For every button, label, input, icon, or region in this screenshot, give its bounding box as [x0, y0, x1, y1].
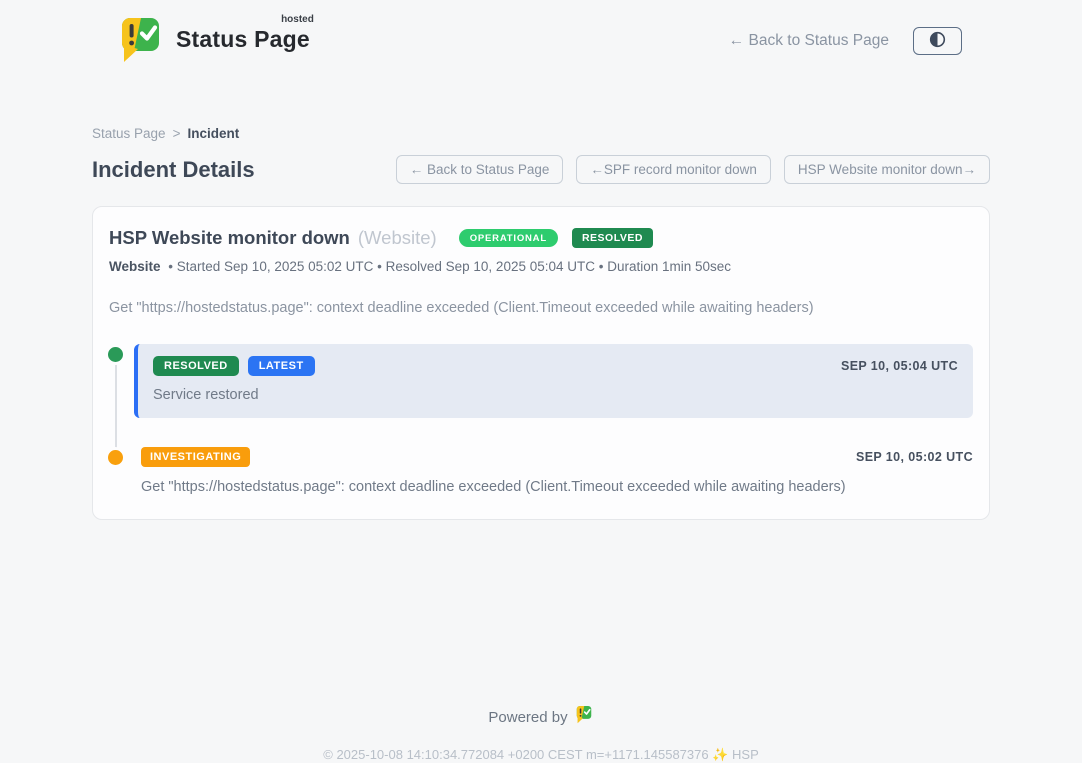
- investigating-badge: INVESTIGATING: [141, 447, 250, 467]
- resolved-status-badge: RESOLVED: [572, 228, 653, 248]
- meta-timing-details: • Started Sep 10, 2025 05:02 UTC • Resol…: [168, 259, 731, 274]
- breadcrumb: Status Page > Incident: [92, 126, 990, 141]
- entry-header: RESOLVED LATEST SEP 10, 05:04 UTC: [153, 356, 958, 376]
- powered-by-label: Powered by: [488, 709, 567, 726]
- breadcrumb-separator: >: [173, 126, 181, 141]
- prev-incident-button[interactable]: ←SPF record monitor down: [576, 155, 771, 184]
- header-back-link[interactable]: ← Back to Status Page: [729, 32, 889, 50]
- page-title: Incident Details: [92, 157, 255, 183]
- entry-badges: INVESTIGATING: [141, 447, 250, 467]
- incident-card: HSP Website monitor down (Website) OPERA…: [92, 206, 990, 520]
- brand-superscript: hosted: [281, 14, 314, 25]
- header: Status Page hosted ← Back to Status Page: [0, 0, 1082, 76]
- entry-header: INVESTIGATING SEP 10, 05:02 UTC: [141, 447, 973, 467]
- footer: Powered by © 2025-10-08 14:10:34.772084 …: [0, 705, 1082, 763]
- incident-description: Get "https://hostedstatus.page": context…: [109, 300, 973, 316]
- incident-meta: Website • Started Sep 10, 2025 05:02 UTC…: [109, 259, 973, 274]
- copyright-text: © 2025-10-08 14:10:34.772084 +0200 CEST …: [0, 747, 1082, 763]
- incident-title-row: HSP Website monitor down (Website) OPERA…: [109, 227, 973, 249]
- timeline-entry-resolved: RESOLVED LATEST SEP 10, 05:04 UTC Servic…: [134, 344, 973, 418]
- timeline-entry-highlight-box: RESOLVED LATEST SEP 10, 05:04 UTC Servic…: [134, 344, 973, 418]
- status-page-logo-icon: [120, 16, 166, 66]
- entry-timestamp: SEP 10, 05:02 UTC: [856, 450, 973, 464]
- main-content: Status Page > Incident Incident Details ← …: [92, 126, 990, 520]
- brand-text: Status Page hosted: [176, 16, 310, 53]
- operational-status-badge: OPERATIONAL: [459, 229, 558, 248]
- entry-message: Get "https://hostedstatus.page": context…: [141, 479, 973, 495]
- incident-nav-buttons: ← Back to Status Page ←SPF record monito…: [396, 155, 990, 184]
- header-right: ← Back to Status Page: [729, 27, 962, 55]
- breadcrumb-incident: Incident: [187, 126, 239, 141]
- brand-name: Status Page: [176, 26, 310, 52]
- timeline-connector-line: [115, 354, 117, 454]
- resolved-dot-icon: [108, 347, 123, 362]
- entry-badges: RESOLVED LATEST: [153, 356, 315, 376]
- powered-by-link[interactable]: Powered by: [488, 705, 593, 729]
- resolved-badge: RESOLVED: [153, 356, 239, 376]
- theme-toggle-button[interactable]: [913, 27, 962, 55]
- meta-component-name: Website: [109, 259, 161, 274]
- next-incident-button[interactable]: HSP Website monitor down→: [784, 155, 990, 184]
- status-page-logo[interactable]: Status Page hosted: [120, 16, 310, 66]
- incident-timeline: RESOLVED LATEST SEP 10, 05:04 UTC Servic…: [109, 344, 973, 495]
- timeline-entry-plain: INVESTIGATING SEP 10, 05:02 UTC Get "htt…: [134, 447, 973, 495]
- investigating-dot-icon: [108, 450, 123, 465]
- back-to-status-page-button[interactable]: ← Back to Status Page: [396, 155, 564, 184]
- incident-component: (Website): [358, 227, 437, 249]
- breadcrumb-status-page[interactable]: Status Page: [92, 126, 166, 141]
- entry-message: Service restored: [153, 387, 958, 403]
- latest-badge: LATEST: [248, 356, 315, 376]
- entry-timestamp: SEP 10, 05:04 UTC: [841, 359, 958, 373]
- status-page-mini-logo-icon: [576, 705, 594, 729]
- title-row: Incident Details ← Back to Status Page ←…: [92, 155, 990, 184]
- timeline-entry-investigating: INVESTIGATING SEP 10, 05:02 UTC Get "htt…: [134, 447, 973, 495]
- incident-title: HSP Website monitor down: [109, 227, 350, 249]
- contrast-half-circle-icon: [929, 31, 946, 51]
